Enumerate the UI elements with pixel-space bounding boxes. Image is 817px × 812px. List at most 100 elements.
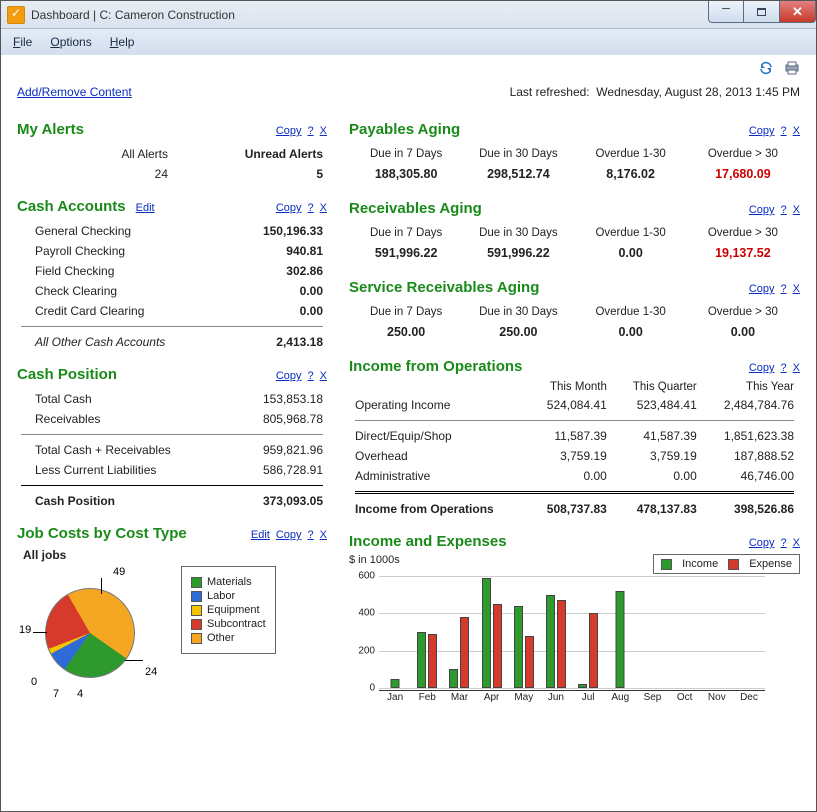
pie-callout: 24 [145,666,157,678]
app-icon [7,6,25,24]
col-header: This Month [528,379,613,395]
add-remove-link[interactable]: Add/Remove Content [17,85,132,99]
help-link[interactable]: ? [781,362,787,374]
pie-legend: MaterialsLaborEquipmentSubcontractOther [181,566,276,654]
help-link[interactable]: ? [781,125,787,137]
panel-service-receivables-aging: Service Receivables Aging Copy ? X Due i… [349,279,800,344]
all-alerts-label: All Alerts [17,144,172,164]
minimize-button[interactable]: ─ [708,1,744,23]
bar-expense [460,617,469,688]
bar-income [514,606,523,688]
help-link[interactable]: ? [781,283,787,295]
table-row: All Other Cash Accounts2,413.18 [17,332,327,352]
copy-link[interactable]: Copy [749,204,775,216]
bar-group [379,576,411,688]
refresh-icon[interactable] [758,60,774,76]
help-link[interactable]: ? [308,125,314,137]
bar-group [604,576,636,688]
legend-item: Equipment [191,604,266,616]
x-tick: Dec [733,691,765,706]
close-button[interactable]: ✕ [780,1,816,23]
menubar: File Options Help [1,29,816,55]
table-row: Credit Card Clearing0.00 [17,301,327,321]
bar-group [411,576,443,688]
copy-link[interactable]: Copy [749,537,775,549]
close-link[interactable]: X [793,125,800,137]
panel-title: Cash Accounts [17,198,126,215]
table-row: General Checking150,196.33 [17,221,327,241]
close-link[interactable]: X [793,204,800,216]
x-tick: Nov [701,691,733,706]
col-header: Overdue 1-30 [576,304,686,320]
close-link[interactable]: X [793,362,800,374]
table-row: Check Clearing0.00 [17,281,327,301]
col-header: Due in 30 Days [463,304,573,320]
table-row: Total Cash153,853.18 [17,389,327,409]
bar-expense [525,636,534,688]
bar-income [449,669,458,688]
panel-my-alerts: My Alerts Copy ? X All Alerts Unread Ale… [17,121,327,184]
bar-group [572,576,604,688]
help-link[interactable]: ? [308,529,314,541]
aging-value: 0.00 [576,243,686,263]
legend-swatch-income [661,559,672,570]
menu-file[interactable]: File [13,35,32,49]
bar-group [508,576,540,688]
x-tick: May [508,691,540,706]
table-row-total: Cash Position373,093.05 [17,491,327,511]
x-tick: Apr [476,691,508,706]
bar-income [546,595,555,688]
close-link[interactable]: X [793,283,800,295]
help-link[interactable]: ? [308,202,314,214]
aging-value: 19,137.52 [688,243,798,263]
help-link[interactable]: ? [308,370,314,382]
table-row: Administrative0.000.0046,746.00 [349,466,800,486]
aging-value: 188,305.80 [351,164,461,184]
help-link[interactable]: ? [781,204,787,216]
dashboard-content[interactable]: My Alerts Copy ? X All Alerts Unread Ale… [1,107,816,811]
aging-value: 591,996.22 [351,243,461,263]
col-header: Due in 7 Days [351,225,461,241]
table-row: Operating Income524,084.41523,484.412,48… [349,395,800,415]
edit-link[interactable]: Edit [136,202,155,214]
bar-income [482,578,491,688]
copy-link[interactable]: Copy [276,125,302,137]
print-icon[interactable] [784,60,800,76]
x-tick: Sep [636,691,668,706]
col-header: Overdue > 30 [688,146,798,162]
menu-options[interactable]: Options [50,35,91,49]
help-link[interactable]: ? [781,537,787,549]
bar-group [443,576,475,688]
close-link[interactable]: X [320,125,327,137]
copy-link[interactable]: Copy [276,529,302,541]
col-header: Due in 30 Days [463,146,573,162]
aging-value: 0.00 [576,322,686,342]
table-row: Overhead3,759.193,759.19187,888.52 [349,446,800,466]
menu-help[interactable]: Help [110,35,135,49]
close-link[interactable]: X [793,537,800,549]
table-row-total: Income from Operations508,737.83478,137.… [349,499,800,519]
bar-group [540,576,572,688]
bar-expense [557,600,566,688]
copy-link[interactable]: Copy [276,202,302,214]
copy-link[interactable]: Copy [749,283,775,295]
panel-title: Receivables Aging [349,200,482,217]
copy-link[interactable]: Copy [749,362,775,374]
bar-expense [493,604,502,688]
close-link[interactable]: X [320,370,327,382]
bar-group [669,576,701,688]
aging-value: 8,176.02 [576,164,686,184]
bar-group [733,576,765,688]
edit-link[interactable]: Edit [251,529,270,541]
close-link[interactable]: X [320,202,327,214]
maximize-button[interactable] [744,1,780,23]
copy-link[interactable]: Copy [749,125,775,137]
bar-group [701,576,733,688]
table-row: Direct/Equip/Shop11,587.3941,587.391,851… [349,426,800,446]
aging-value: 591,996.22 [463,243,573,263]
aging-value: 0.00 [688,322,798,342]
close-link[interactable]: X [320,529,327,541]
col-header: Overdue > 30 [688,225,798,241]
copy-link[interactable]: Copy [276,370,302,382]
chart-legend: Income Expense [653,554,800,574]
